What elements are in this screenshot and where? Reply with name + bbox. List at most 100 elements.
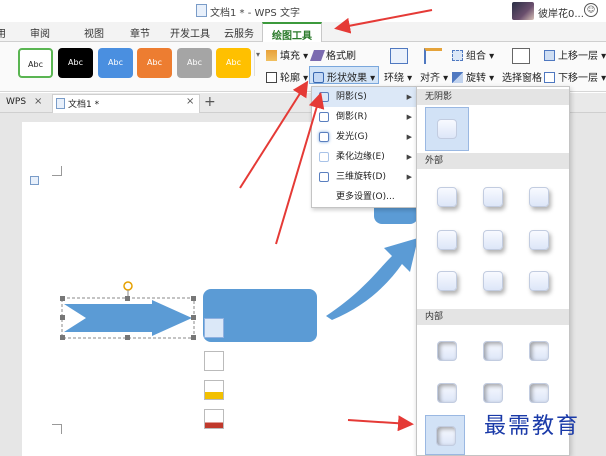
submenu-arrow-icon: ▶ (406, 173, 412, 181)
inner-shadow-option[interactable] (529, 383, 549, 403)
inner-shadow-option[interactable] (437, 341, 457, 361)
selection-pane-button[interactable]: 选择窗格 (502, 69, 542, 84)
resize-handle[interactable] (60, 335, 65, 340)
outer-shadow-option[interactable] (529, 271, 549, 291)
no-shadow-option[interactable] (425, 107, 469, 151)
outer-shadow-option[interactable] (483, 230, 503, 250)
menu-item-glow[interactable]: 发光(G) ▶ (312, 127, 418, 147)
outer-shadow-option[interactable] (529, 230, 549, 250)
selection-pane-icon (512, 48, 530, 64)
shadow-icon (319, 92, 329, 102)
format-painter-icon (309, 50, 326, 61)
outer-shadow-option[interactable] (529, 187, 549, 207)
resize-handle[interactable] (125, 296, 130, 301)
margin-corner-mark (52, 166, 62, 176)
shape-style-blue[interactable]: Abc (98, 48, 133, 78)
bring-forward-icon (544, 50, 555, 61)
inner-shadow-option[interactable] (483, 341, 503, 361)
fill-icon (266, 50, 277, 61)
rotate-button[interactable]: 旋转 ▾ (452, 69, 494, 84)
resize-handle[interactable] (191, 296, 196, 301)
swatch (437, 119, 457, 139)
outer-shadow-option[interactable] (437, 230, 457, 250)
rotate-icon (452, 72, 463, 83)
avatar[interactable] (512, 2, 534, 20)
arrow-shape[interactable] (64, 300, 192, 336)
section-outer: 外部 (417, 153, 569, 169)
layout-options-icon[interactable] (204, 318, 224, 338)
shape-style-black[interactable]: Abc (58, 48, 93, 78)
inner-shadow-option[interactable] (483, 383, 503, 403)
reflection-icon (319, 112, 329, 122)
close-icon[interactable]: × (34, 96, 42, 107)
doctab-label: 文档1 * (68, 100, 100, 110)
tab-view[interactable]: 视图 (84, 25, 104, 40)
shape-edit-icon[interactable] (204, 351, 224, 371)
resize-handle[interactable] (191, 315, 196, 320)
shape-style-orange[interactable]: Abc (137, 48, 172, 78)
tab-drawing-tools[interactable]: 绘图工具 (262, 22, 322, 42)
section-inner: 内部 (417, 309, 569, 325)
submenu-arrow-icon: ▶ (406, 93, 412, 101)
menu-item-shadow[interactable]: 阴影(S) ▶ (312, 87, 418, 107)
outer-shadow-option[interactable] (437, 271, 457, 291)
outer-shadow-option[interactable] (483, 271, 503, 291)
style-more-icon[interactable]: ▾ (254, 50, 262, 76)
bring-forward-button[interactable]: 上移一层 ▾ (544, 47, 606, 62)
format-painter-button[interactable]: 格式刷 (309, 47, 356, 62)
inner-shadow-option-selected[interactable] (425, 415, 465, 455)
outline-button[interactable]: 轮廓 ▾ (266, 69, 308, 84)
send-backward-icon (544, 72, 555, 83)
user-name[interactable]: 彼岸花0... (538, 5, 584, 20)
new-tab-icon[interactable]: + (204, 94, 216, 110)
shape-effects-button[interactable]: 形状效果 ▾ (309, 66, 380, 84)
group-icon (452, 50, 463, 61)
resize-handle[interactable] (60, 296, 65, 301)
margin-corner-mark (52, 424, 62, 434)
user-menu-icon[interactable]: ☺ (584, 3, 598, 17)
tab-review[interactable]: 审阅 (30, 25, 50, 40)
outline-icon (266, 72, 277, 83)
outline-icon[interactable] (204, 409, 224, 429)
tab-cloud[interactable]: 云服务 (224, 25, 254, 40)
document-icon (196, 4, 207, 17)
shape-effects-icon (313, 72, 324, 83)
resize-handle[interactable] (60, 315, 65, 320)
shape-style-gray[interactable]: Abc (177, 48, 212, 78)
tab-chapter[interactable]: 章节 (130, 25, 150, 40)
wrap-button[interactable]: 环绕 ▾ (384, 69, 412, 84)
document-icon (56, 98, 65, 109)
shape-effects-menu: 阴影(S) ▶ 倒影(R) ▶ 发光(G) ▶ 柔化边缘(E) ▶ 三维旋转(D) ▶ 更… (311, 86, 419, 208)
shape-style-gold[interactable]: Abc (216, 48, 251, 78)
fill-button[interactable]: 填充 ▾ (266, 47, 308, 62)
menu-item-reflection[interactable]: 倒影(R) ▶ (312, 107, 418, 127)
menu-item-3d-rotation[interactable]: 三维旋转(D) ▶ (312, 167, 418, 187)
tab-developer[interactable]: 开发工具 (170, 25, 210, 40)
menu-item-soft-edges[interactable]: 柔化边缘(E) ▶ (312, 147, 418, 167)
inner-shadow-option[interactable] (437, 383, 457, 403)
glow-icon (319, 132, 329, 142)
outer-shadow-option[interactable] (437, 187, 457, 207)
resize-handle[interactable] (125, 335, 130, 340)
paragraph-icon[interactable] (30, 176, 39, 185)
fill-icon[interactable] (204, 380, 224, 400)
align-button[interactable]: 对齐 ▾ (420, 69, 448, 84)
curved-arrow-shape[interactable] (322, 232, 420, 320)
outer-shadow-option[interactable] (483, 187, 503, 207)
shape-style-white[interactable]: Abc (18, 48, 53, 78)
watermark-text: 最需教育 (484, 414, 581, 439)
resize-handle[interactable] (191, 335, 196, 340)
close-icon[interactable]: × (186, 96, 194, 107)
inner-shadow-option[interactable] (529, 341, 549, 361)
group-button[interactable]: 组合 ▾ (452, 47, 494, 62)
rotate-handle[interactable] (123, 281, 133, 291)
swatch (436, 426, 456, 446)
send-backward-button[interactable]: 下移一层 ▾ (544, 69, 606, 84)
menu-item-more-settings[interactable]: 更多设置(O)... (312, 187, 418, 207)
ribbon-tabs: 用 审阅 视图 章节 开发工具 云服务 绘图工具 (0, 22, 606, 42)
tab-partial[interactable]: 用 (0, 25, 6, 40)
doctab-wps[interactable]: WPS (6, 97, 26, 107)
submenu-arrow-icon: ▶ (406, 153, 412, 161)
window-title: 文档1 * - WPS 文字 (210, 8, 300, 19)
align-icon (424, 48, 442, 64)
